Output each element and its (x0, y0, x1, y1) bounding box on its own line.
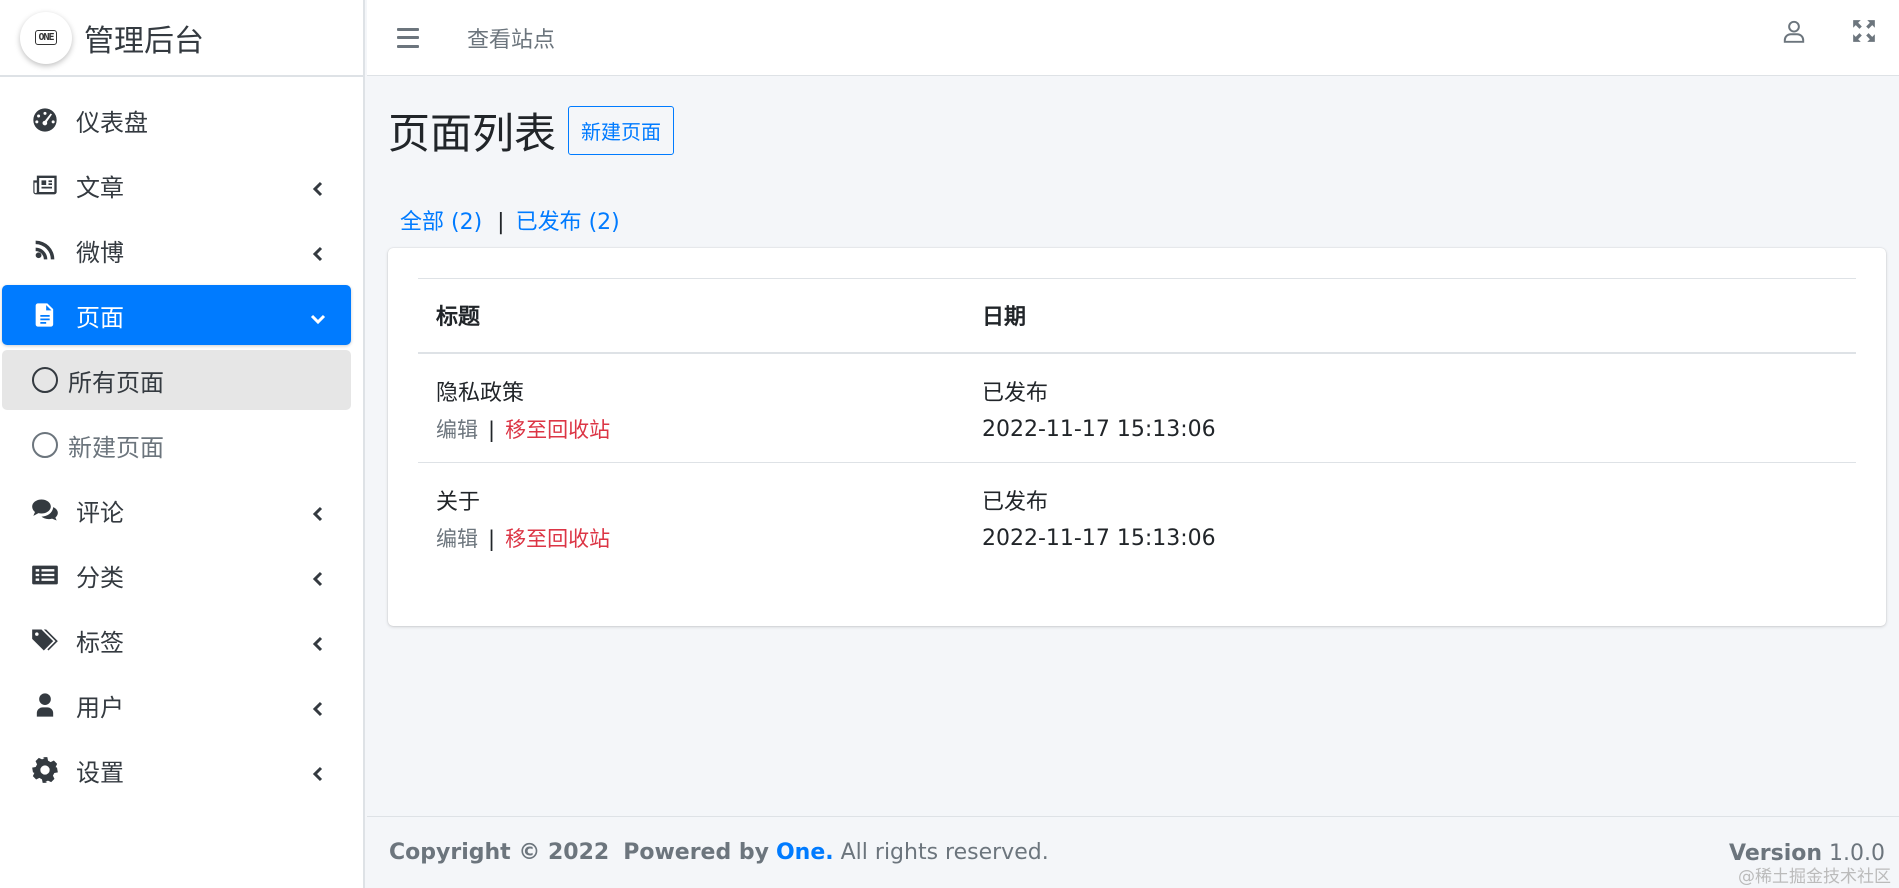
status-text: 已发布 (982, 490, 1049, 515)
watermark-text: @稀土掘金技术社区 (1738, 867, 1891, 887)
filter-separator: | (497, 210, 505, 235)
sidebar-item-pages[interactable]: 页面 (2, 285, 351, 345)
edit-link[interactable]: 编辑 (436, 527, 478, 551)
table-row: 关于 编辑 | 移至回收站 已发布 2022-11-17 15:13:06 (418, 463, 1856, 573)
filter-all-link[interactable]: 全部 (2) (400, 210, 482, 235)
sidebar-item-tags[interactable]: 标签 (2, 610, 351, 670)
page-title-link[interactable]: 关于 (436, 485, 964, 521)
action-separator: | (488, 417, 496, 442)
sidebar-subitem-label: 新建页面 (68, 433, 164, 462)
dashboard-icon (30, 105, 60, 135)
chevron-left-icon (309, 761, 327, 782)
user-icon (30, 690, 60, 720)
file-icon (30, 300, 60, 330)
top-icons (1781, 18, 1877, 48)
newspaper-icon (30, 170, 60, 200)
fullscreen-icon[interactable] (1851, 18, 1877, 48)
sidebar-item-label: 设置 (76, 758, 124, 787)
action-separator: | (488, 527, 496, 551)
date-text: 2022-11-17 15:13:06 (982, 416, 1216, 442)
chevron-left-icon (309, 631, 327, 652)
pages-table-card: 标题 日期 隐私政策 编辑 | 移至回收站 已发布 2022-11-17 15:13… (388, 248, 1886, 626)
table-row: 隐私政策 编辑 | 移至回收站 已发布 2022-11-17 15:13:06 (418, 352, 1856, 463)
gear-icon (30, 755, 60, 785)
brand-logo-text: ONE (35, 30, 57, 45)
edit-link[interactable]: 编辑 (436, 418, 478, 442)
brand-logo: ONE (20, 11, 72, 64)
chevron-left-icon (309, 696, 327, 717)
sidebar-item-settings[interactable]: 设置 (2, 740, 351, 800)
copyright-text: Copyright © 2022 (389, 840, 610, 865)
comments-icon (30, 495, 60, 525)
sidebar-item-dashboard[interactable]: 仪表盘 (2, 90, 351, 150)
top-navbar: 查看站点 (367, 0, 1899, 76)
status-filters: 全部 (2) | 已发布 (2) (400, 204, 620, 236)
sidebar-item-label: 分类 (76, 563, 124, 592)
filter-published-link[interactable]: 已发布 (2) (516, 210, 620, 235)
sidebar-item-categories[interactable]: 分类 (2, 545, 351, 605)
new-page-button[interactable]: 新建页面 (568, 106, 675, 155)
page-title-link[interactable]: 隐私政策 (436, 376, 964, 412)
sidebar-subitem-new-page[interactable]: 新建页面 (2, 415, 351, 475)
sidebar-item-label: 文章 (76, 173, 124, 202)
footer: Copyright © 2022 Powered by One. All rig… (367, 816, 1899, 888)
feed-icon (30, 235, 60, 265)
page-header: 页面列表 新建页面 (388, 100, 675, 161)
sidebar-nav: 仪表盘 文章 微博 页面 所有页面 新建页面 评论 分类 标签 用户 设置 (0, 77, 363, 800)
table-header-row: 标题 日期 (418, 278, 1856, 354)
user-profile-icon[interactable] (1781, 18, 1807, 48)
rights-text: All rights reserved. (840, 840, 1049, 865)
tags-icon (30, 625, 60, 655)
chevron-left-icon (309, 241, 327, 262)
brand-title: 管理后台 (84, 23, 204, 59)
title-cell: 隐私政策 编辑 | 移至回收站 (418, 352, 964, 463)
list-icon (30, 560, 60, 590)
sidebar-item-users[interactable]: 用户 (2, 675, 351, 735)
sidebar-item-label: 用户 (76, 693, 124, 722)
sidebar-subitem-label: 所有页面 (68, 368, 164, 397)
status-text: 已发布 (982, 380, 1049, 406)
sidebar-item-articles[interactable]: 文章 (2, 155, 351, 215)
page-title: 页面列表 (388, 109, 557, 158)
row-actions: 编辑 | 移至回收站 (436, 521, 964, 557)
sidebar-item-comments[interactable]: 评论 (2, 480, 351, 540)
chevron-down-icon (309, 306, 327, 325)
sidebar-item-label: 标签 (76, 628, 124, 657)
sidebar-item-label: 微博 (76, 238, 124, 267)
circle-icon (32, 432, 58, 458)
sidebar-item-label: 页面 (76, 303, 124, 332)
row-actions: 编辑 | 移至回收站 (436, 412, 964, 448)
sidebar-item-label: 仪表盘 (76, 108, 148, 137)
brand[interactable]: ONE 管理后台 (0, 0, 363, 77)
hamburger-menu-icon[interactable] (397, 27, 419, 48)
view-site-link[interactable]: 查看站点 (467, 22, 555, 54)
move-to-trash-link[interactable]: 移至回收站 (505, 418, 610, 442)
chevron-left-icon (309, 566, 327, 587)
sidebar: ONE 管理后台 仪表盘 文章 微博 页面 所有页面 新建页面 评论 分类 标签… (0, 0, 365, 888)
date-cell: 已发布 2022-11-17 15:13:06 (964, 463, 1856, 573)
title-cell: 关于 编辑 | 移至回收站 (418, 463, 964, 573)
move-to-trash-link[interactable]: 移至回收站 (505, 527, 610, 551)
circle-icon (32, 367, 58, 393)
pages-table: 标题 日期 隐私政策 编辑 | 移至回收站 已发布 2022-11-17 15:13… (418, 278, 1856, 573)
column-header-title[interactable]: 标题 (418, 278, 964, 354)
chevron-left-icon (309, 501, 327, 522)
brand-link[interactable]: One. (776, 840, 834, 865)
powered-by-text: Powered by (623, 840, 769, 865)
sidebar-item-weibo[interactable]: 微博 (2, 220, 351, 280)
date-text: 2022-11-17 15:13:06 (982, 526, 1216, 551)
chevron-left-icon (309, 176, 327, 197)
sidebar-subitem-all-pages[interactable]: 所有页面 (2, 350, 351, 410)
column-header-date[interactable]: 日期 (964, 278, 1856, 354)
sidebar-item-label: 评论 (76, 498, 124, 527)
date-cell: 已发布 2022-11-17 15:13:06 (964, 352, 1856, 463)
main-content: 页面列表 新建页面 全部 (2) | 已发布 (2) 标题 日期 隐私政策 编辑… (367, 76, 1899, 816)
